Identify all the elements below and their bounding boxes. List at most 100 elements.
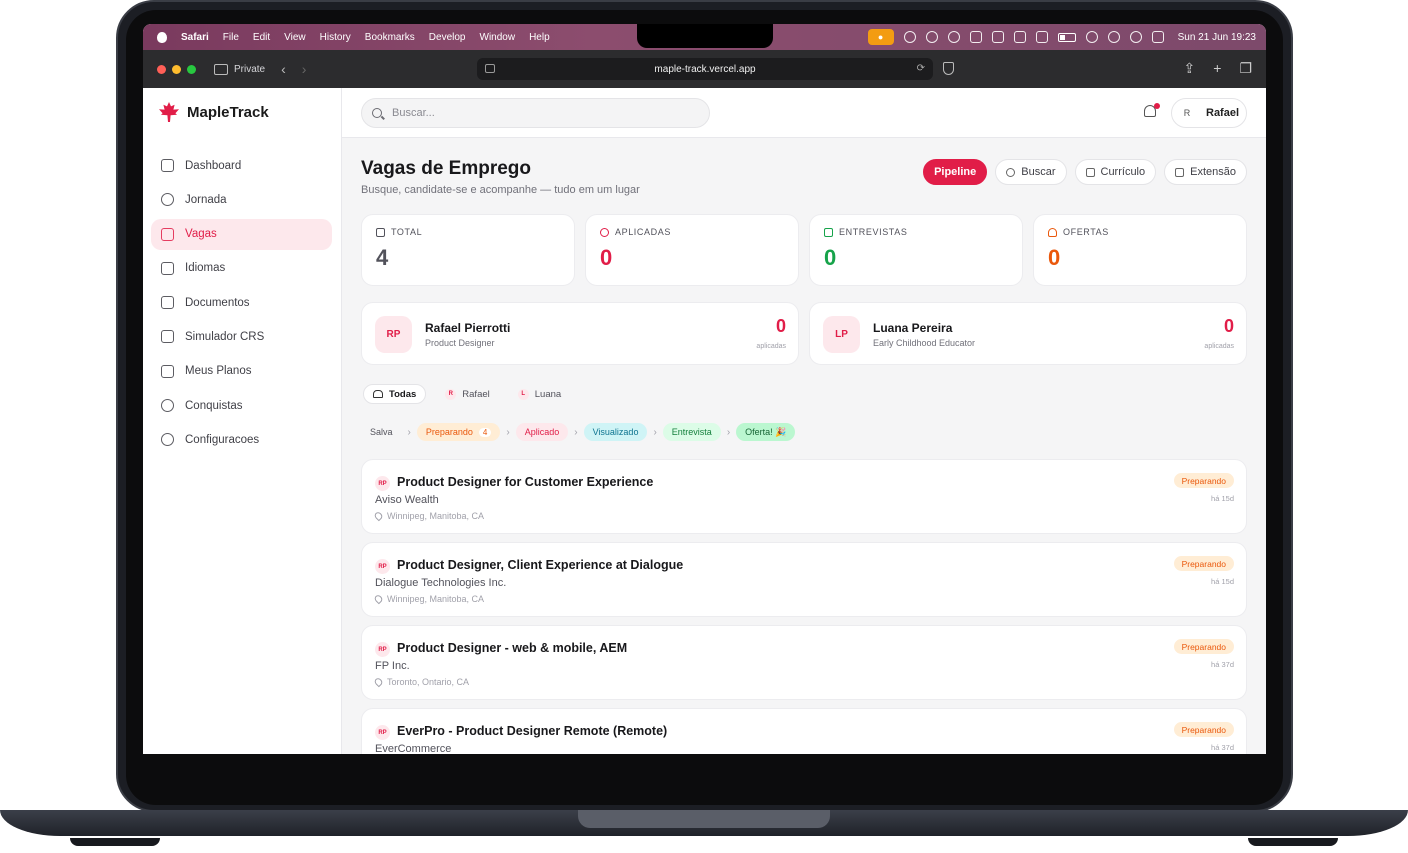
job-title[interactable]: EverPro - Product Designer Remote (Remot… bbox=[397, 724, 667, 738]
job-location-text: Winnipeg, Manitoba, CA bbox=[387, 511, 485, 521]
sidebar-item-idiomas[interactable]: Idiomas bbox=[151, 253, 332, 284]
search-box[interactable] bbox=[361, 98, 710, 128]
page-title: Vagas de Emprego bbox=[361, 158, 532, 179]
job-card[interactable]: RP Product Designer for Customer Experie… bbox=[361, 459, 1247, 534]
back-icon[interactable]: ‹ bbox=[281, 61, 286, 77]
page-menu-icon[interactable] bbox=[485, 64, 495, 73]
users-icon bbox=[373, 390, 383, 398]
battery-icon[interactable] bbox=[1057, 32, 1076, 42]
cloud-icon[interactable] bbox=[947, 31, 960, 43]
microphone-icon[interactable]: ● bbox=[867, 29, 894, 45]
pipeline-button[interactable]: Pipeline bbox=[923, 159, 988, 185]
spotlight-search-icon[interactable] bbox=[1129, 31, 1142, 43]
menu-edit[interactable]: Edit bbox=[253, 32, 270, 43]
fullscreen-window-button[interactable] bbox=[187, 64, 196, 74]
window-controls bbox=[157, 64, 196, 74]
person-initial-badge: R bbox=[445, 388, 457, 400]
person-card-rafael[interactable]: RP Rafael Pierrotti Product Designer 0 a… bbox=[361, 302, 799, 365]
owner-badge: RP bbox=[375, 559, 390, 574]
stat-value: 0 bbox=[824, 245, 837, 270]
main-area: R Rafael Vagas de Emprego Busque, candid… bbox=[342, 88, 1266, 754]
job-card[interactable]: RP EverPro - Product Designer Remote (Re… bbox=[361, 708, 1247, 754]
resume-button[interactable]: Currículo bbox=[1074, 159, 1157, 185]
address-bar[interactable]: maple-track.vercel.app ⟳ bbox=[477, 58, 933, 80]
map-icon bbox=[161, 364, 174, 378]
person-card-luana[interactable]: LP Luana Pereira Early Childhood Educato… bbox=[809, 302, 1247, 365]
status-badge[interactable]: Preparando bbox=[1173, 722, 1234, 737]
sun-icon[interactable] bbox=[903, 31, 916, 43]
pipeline-stages: Salva › Preparando 4 › Aplicado › Visual… bbox=[370, 423, 796, 441]
status-badge[interactable]: Preparando bbox=[1173, 473, 1234, 488]
search-jobs-button[interactable]: Buscar bbox=[995, 159, 1067, 185]
stage-preparando[interactable]: Preparando 4 bbox=[416, 423, 501, 441]
document-icon bbox=[161, 296, 174, 310]
job-card[interactable]: RP Product Designer - web & mobile, AEM … bbox=[361, 625, 1247, 700]
play-icon[interactable] bbox=[1107, 31, 1120, 43]
sidebar-toggle-icon[interactable] bbox=[214, 63, 228, 75]
sidebar-item-meus-planos[interactable]: Meus Planos bbox=[151, 356, 332, 387]
forward-icon[interactable]: › bbox=[302, 61, 307, 77]
menu-help[interactable]: Help bbox=[529, 32, 550, 43]
person-role: Product Designer bbox=[425, 338, 495, 348]
screenshot-icon[interactable] bbox=[1013, 31, 1026, 43]
stat-card-aplicadas: APLICADAS 0 bbox=[585, 214, 799, 286]
status-badge[interactable]: Preparando bbox=[1173, 639, 1234, 654]
menu-history[interactable]: History bbox=[320, 32, 351, 43]
apple-icon[interactable] bbox=[157, 31, 167, 43]
app-icon[interactable] bbox=[969, 31, 982, 43]
grammarly-icon[interactable] bbox=[925, 31, 938, 43]
menu-develop[interactable]: Develop bbox=[429, 32, 466, 43]
avatar: R bbox=[1183, 108, 1191, 118]
job-title[interactable]: Product Designer, Client Experience at D… bbox=[397, 558, 683, 572]
filter-tab-all[interactable]: Todas bbox=[363, 384, 427, 404]
job-title[interactable]: Product Designer for Customer Experience bbox=[397, 475, 653, 489]
stage-entrevista[interactable]: Entrevista bbox=[662, 423, 721, 441]
layout-icon[interactable] bbox=[991, 31, 1004, 43]
stage-label: Entrevista bbox=[671, 427, 712, 437]
new-tab-icon[interactable]: + bbox=[1213, 60, 1221, 77]
user-menu-button[interactable]: R Rafael bbox=[1171, 98, 1247, 128]
address-url[interactable]: maple-track.vercel.app bbox=[654, 64, 755, 75]
sidebar-item-documentos[interactable]: Documentos bbox=[151, 287, 332, 318]
menu-file[interactable]: File bbox=[223, 32, 239, 43]
flag-icon[interactable] bbox=[1035, 31, 1048, 43]
filter-tab-luana[interactable]: L Luana bbox=[509, 384, 570, 404]
wifi-icon[interactable] bbox=[1085, 31, 1098, 43]
menubar-clock[interactable]: Sun 21 Jun 19:23 bbox=[1178, 32, 1256, 43]
stage-aplicado[interactable]: Aplicado bbox=[515, 423, 569, 441]
sidebar-item-simulador-crs[interactable]: Simulador CRS bbox=[151, 321, 332, 352]
stat-label: APLICADAS bbox=[600, 227, 784, 237]
stage-visualizado[interactable]: Visualizado bbox=[583, 423, 648, 441]
person-applied-label: aplicadas bbox=[1204, 343, 1234, 350]
sidebar-item-vagas[interactable]: Vagas bbox=[151, 218, 332, 250]
status-badge[interactable]: Preparando bbox=[1173, 556, 1234, 571]
stage-oferta[interactable]: Oferta! 🎉 bbox=[736, 423, 796, 441]
filter-tab-rafael[interactable]: R Rafael bbox=[436, 384, 498, 404]
stage-label: Salva bbox=[370, 427, 393, 437]
privacy-shield-icon[interactable] bbox=[943, 62, 954, 75]
minimize-window-button[interactable] bbox=[172, 64, 181, 74]
menu-window[interactable]: Window bbox=[480, 32, 516, 43]
close-window-button[interactable] bbox=[157, 64, 166, 74]
menu-bookmarks[interactable]: Bookmarks bbox=[365, 32, 415, 43]
topbar: R Rafael bbox=[342, 88, 1266, 138]
sidebar-item-dashboard[interactable]: Dashboard bbox=[151, 150, 332, 181]
sidebar-item-jornada[interactable]: Jornada bbox=[151, 184, 332, 215]
stage-salva[interactable]: Salva bbox=[370, 423, 402, 441]
trophy-icon bbox=[1048, 227, 1057, 237]
search-input[interactable] bbox=[392, 107, 672, 119]
share-icon[interactable]: ⇪ bbox=[1184, 60, 1196, 77]
control-center-icon[interactable] bbox=[1151, 31, 1164, 43]
sidebar-item-configuracoes[interactable]: Configuracoes bbox=[151, 424, 332, 455]
tabs-overview-icon[interactable]: ❐ bbox=[1239, 60, 1252, 77]
job-title[interactable]: Product Designer - web & mobile, AEM bbox=[397, 641, 627, 655]
menu-app-name[interactable]: Safari bbox=[181, 32, 209, 43]
sidebar-item-conquistas[interactable]: Conquistas bbox=[151, 390, 332, 421]
extension-button[interactable]: Extensão bbox=[1164, 159, 1247, 185]
menu-view[interactable]: View bbox=[284, 32, 306, 43]
reload-icon[interactable]: ⟳ bbox=[917, 63, 925, 74]
job-age: há 15d bbox=[1211, 494, 1234, 503]
brand[interactable]: MapleTrack bbox=[159, 102, 269, 122]
app: MapleTrack Dashboard Jornada Vagas Idiom… bbox=[143, 88, 1266, 754]
job-card[interactable]: RP Product Designer, Client Experience a… bbox=[361, 542, 1247, 617]
